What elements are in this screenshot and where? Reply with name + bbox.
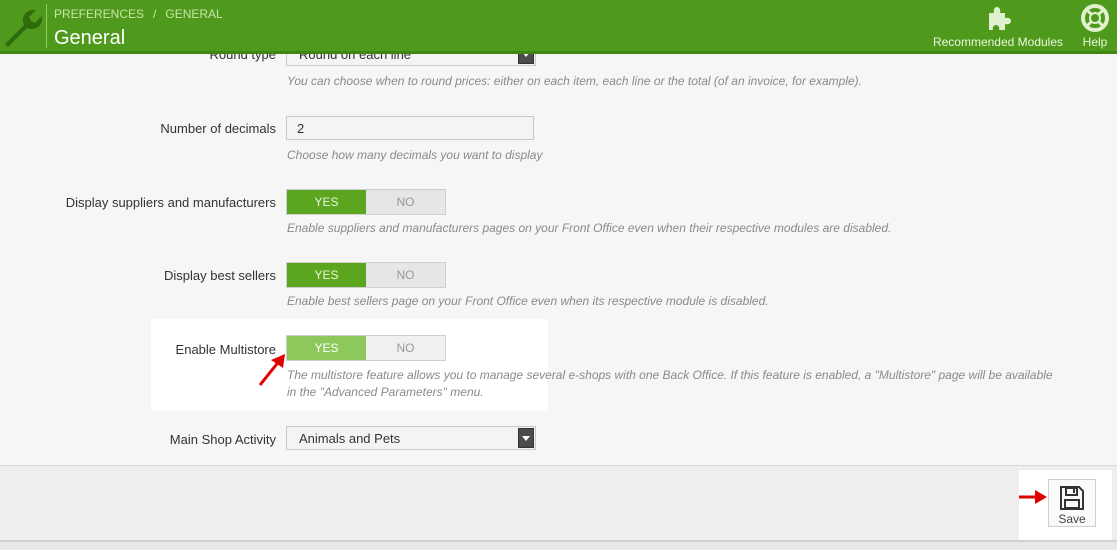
activity-value: Animals and Pets	[299, 431, 401, 446]
breadcrumb: PREFERENCES / GENERAL	[54, 7, 223, 21]
red-arrow-icon	[1019, 490, 1047, 504]
suppliers-no-option[interactable]: NO	[366, 190, 445, 214]
floppy-disk-icon	[1060, 486, 1084, 510]
multistore-no-option[interactable]: NO	[366, 336, 445, 360]
suppliers-label: Display suppliers and manufacturers	[65, 195, 276, 210]
header-divider	[46, 4, 47, 48]
best-sellers-switch: YES NO	[286, 262, 446, 288]
decimals-help: Choose how many decimals you want to dis…	[287, 148, 543, 162]
top-bar: PREFERENCES / GENERAL General Recommended …	[0, 0, 1117, 54]
best-sellers-label: Display best sellers	[164, 268, 276, 283]
recommended-modules-button[interactable]: Recommended Modules	[928, 3, 1068, 49]
best-sellers-no-option[interactable]: NO	[366, 263, 445, 287]
wrench-icon[interactable]	[0, 4, 44, 48]
suppliers-yes-option[interactable]: YES	[287, 190, 366, 214]
lifebuoy-icon	[1081, 4, 1109, 32]
activity-select[interactable]: Animals and Pets	[286, 426, 536, 450]
multistore-yes-option[interactable]: YES	[287, 336, 366, 360]
multistore-help-line2: in the "Advanced Parameters" menu.	[287, 385, 484, 399]
chevron-down-icon	[518, 428, 534, 448]
red-arrow-icon	[258, 354, 285, 386]
page-title: General	[54, 27, 126, 49]
decimals-input[interactable]: 2	[286, 116, 534, 140]
breadcrumb-general[interactable]: GENERAL	[165, 7, 222, 21]
form-footer	[0, 466, 1117, 542]
activity-label: Main Shop Activity	[169, 432, 276, 447]
multistore-help-line1: The multistore feature allows you to man…	[287, 368, 1053, 382]
save-button[interactable]: Save	[1048, 479, 1096, 527]
save-label: Save	[1058, 512, 1086, 526]
round-type-help: You can choose when to round prices: eit…	[287, 74, 862, 88]
puzzle-icon	[989, 7, 1011, 30]
multistore-switch: YES NO	[286, 335, 446, 361]
suppliers-help: Enable suppliers and manufacturers pages…	[287, 221, 892, 235]
decimals-label: Number of decimals	[160, 121, 276, 136]
help-label: Help	[1082, 35, 1108, 49]
breadcrumb-preferences[interactable]: PREFERENCES	[54, 7, 144, 21]
recommended-modules-label: Recommended Modules	[932, 35, 1064, 49]
best-sellers-help: Enable best sellers page on your Front O…	[287, 294, 769, 308]
best-sellers-yes-option[interactable]: YES	[287, 263, 366, 287]
help-button[interactable]: Help	[1076, 3, 1114, 49]
suppliers-switch: YES NO	[286, 189, 446, 215]
